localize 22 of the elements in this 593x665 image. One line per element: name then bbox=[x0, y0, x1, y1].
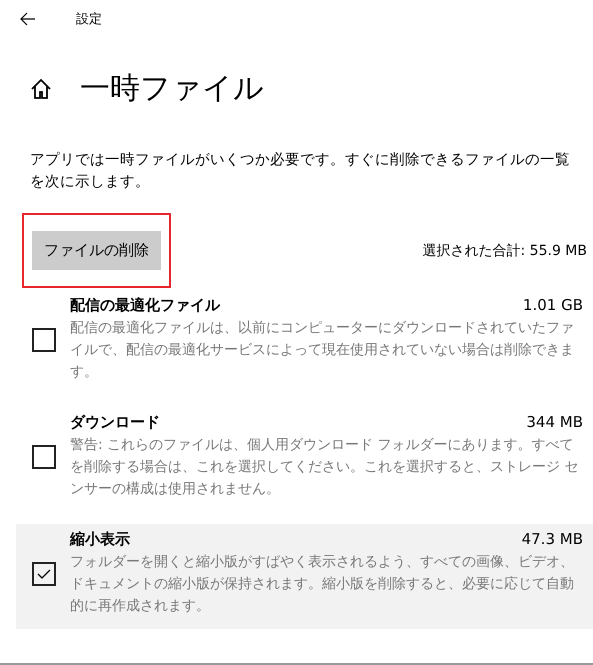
page-title: 一時ファイル bbox=[80, 70, 264, 108]
item-description: 警告: これらのファイルは、個人用ダウンロード フォルダーにあります。すべてを削除する場合は、これを選択してください。これを選択すると、ストレージ センサーの構成は使用されません。 bbox=[70, 436, 580, 499]
checkbox[interactable] bbox=[32, 328, 56, 352]
item-title: ダウンロード bbox=[70, 413, 160, 432]
home-icon[interactable] bbox=[30, 78, 52, 100]
selected-total: 選択された合計: 55.9 MB bbox=[422, 242, 587, 260]
checkbox[interactable] bbox=[32, 444, 56, 468]
item-title: 配信の最適化ファイル bbox=[70, 296, 220, 315]
window-title: 設定 bbox=[76, 11, 102, 28]
description-text: アプリでは一時ファイルがいくつか必要です。すぐに削除できるファイルの一覧を次に示します。 bbox=[30, 150, 571, 192]
item-size: 1.01 GB bbox=[522, 296, 583, 315]
item-description: フォルダーを開くと縮小版がすばやく表示されるよう、すべての画像、ビデオ、ドキュメントの縮小版が保持されます。縮小版を削除すると、必要に応じて自動的に再作成されます。 bbox=[70, 553, 575, 616]
checkbox[interactable] bbox=[32, 562, 56, 586]
item-title: 縮小表示 bbox=[70, 530, 130, 549]
list-item[interactable]: 配信の最適化ファイル 1.01 GB 配信の最適化ファイルは、以前にコンピューターにダウンロードされていたファイルで、配信の最適化サービスによって現在使用されていない場合は削除できます。 bbox=[16, 290, 593, 395]
item-description: 配信の最適化ファイルは、以前にコンピューターにダウンロードされていたファイルで、配信の最適化サービスによって現在使用されていない場合は削除できます。 bbox=[70, 319, 575, 382]
item-size: 47.3 MB bbox=[522, 530, 583, 549]
list-item[interactable]: 縮小表示 47.3 MB フォルダーを開くと縮小版がすばやく表示されるよう、すべての画像、ビデオ、ドキュメントの縮小版が保持されます。縮小版を削除すると、必要に応じて自動的に再作成されます。 bbox=[16, 524, 593, 629]
item-size: 344 MB bbox=[526, 413, 583, 432]
back-icon[interactable] bbox=[20, 12, 36, 26]
list-item[interactable]: ダウンロード 344 MB 警告: これらのファイルは、個人用ダウンロード フォルダーにあります。すべてを削除する場合は、これを選択してください。これを選択すると、ストレージ センサーの構成は使用されません。 bbox=[16, 407, 593, 512]
delete-files-button[interactable]: ファイルの削除 bbox=[32, 231, 161, 270]
